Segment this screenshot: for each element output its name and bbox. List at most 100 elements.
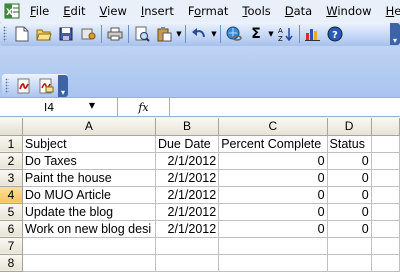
menu-help[interactable]: Help — [386, 4, 400, 18]
cell-b1[interactable]: Due Date — [155, 135, 220, 153]
cell-a1[interactable]: Subject — [22, 135, 156, 153]
autosum-icon[interactable]: Σ — [245, 23, 267, 45]
undo-icon[interactable] — [188, 23, 210, 45]
name-box-dropdown-icon[interactable]: ▼ — [89, 101, 95, 110]
formula-bar: I4 ▼ fx — [0, 97, 400, 117]
pdf-email-icon[interactable] — [35, 75, 57, 97]
table-row: 6 Work on new blog desi 2/1/2012 0 0 — [0, 220, 400, 238]
pdf-convert-icon[interactable] — [13, 75, 35, 97]
menu-window[interactable]: Window — [326, 4, 371, 18]
cell-a4[interactable]: Do MUO Article — [22, 186, 156, 204]
cell-b4[interactable]: 2/1/2012 — [155, 186, 220, 204]
cell-b8[interactable] — [155, 254, 220, 272]
row-header-1[interactable]: 1 — [0, 135, 23, 153]
undo-dropdown-icon[interactable]: ▼ — [210, 30, 218, 38]
toolbar-grip[interactable] — [5, 78, 9, 94]
menu-insert[interactable]: Insert — [141, 4, 174, 18]
insert-function-button[interactable]: fx — [118, 98, 170, 116]
row-header-6[interactable]: 6 — [0, 220, 23, 238]
research-icon[interactable] — [131, 23, 153, 45]
toolbar-grip[interactable] — [3, 26, 7, 42]
save-icon[interactable] — [55, 23, 77, 45]
cell-c7[interactable] — [218, 237, 328, 255]
permission-icon[interactable] — [77, 23, 99, 45]
cell-a3[interactable]: Paint the house — [22, 169, 156, 187]
name-box[interactable]: I4 ▼ — [0, 98, 118, 116]
cell-e4[interactable] — [371, 186, 400, 204]
cell-e3[interactable] — [371, 169, 400, 187]
cell-d1[interactable]: Status — [327, 135, 372, 153]
row-header-3[interactable]: 3 — [0, 169, 23, 187]
menu-tools[interactable]: Tools — [242, 4, 270, 18]
standard-toolbar: ▼ ▼ Σ ▼ AZ ? ▾ — [0, 22, 400, 46]
chart-wizard-icon[interactable] — [302, 23, 324, 45]
open-icon[interactable] — [33, 23, 55, 45]
cell-a5[interactable]: Update the blog — [22, 203, 156, 221]
cell-e2[interactable] — [371, 152, 400, 170]
cell-a8[interactable] — [22, 254, 156, 272]
cell-d2[interactable]: 0 — [327, 152, 372, 170]
cell-d5[interactable]: 0 — [327, 203, 372, 221]
toolbar-separator — [220, 25, 221, 43]
cell-e8[interactable] — [371, 254, 400, 272]
row-header-4[interactable]: 4 — [0, 186, 23, 204]
table-row: 5 Update the blog 2/1/2012 0 0 — [0, 203, 400, 221]
toolbar-options-icon[interactable]: ▾ — [58, 75, 68, 97]
cell-e1[interactable] — [371, 135, 400, 153]
paste-icon[interactable] — [153, 23, 175, 45]
cell-d3[interactable]: 0 — [327, 169, 372, 187]
cell-c4[interactable]: 0 — [218, 186, 328, 204]
cell-a2[interactable]: Do Taxes — [22, 152, 156, 170]
column-header-c[interactable]: C — [218, 118, 328, 136]
hyperlink-icon[interactable] — [223, 23, 245, 45]
cell-b7[interactable] — [155, 237, 220, 255]
cell-c5[interactable]: 0 — [218, 203, 328, 221]
cell-b3[interactable]: 2/1/2012 — [155, 169, 220, 187]
cell-e6[interactable] — [371, 220, 400, 238]
cell-b5[interactable]: 2/1/2012 — [155, 203, 220, 221]
cell-d7[interactable] — [327, 237, 372, 255]
paste-dropdown-icon[interactable]: ▼ — [175, 30, 183, 38]
menu-file[interactable]: File — [30, 4, 49, 18]
row-header-8[interactable]: 8 — [0, 254, 23, 272]
row-header-5[interactable]: 5 — [0, 203, 23, 221]
excel-app-icon[interactable]: X — [4, 3, 20, 19]
column-header-b[interactable]: B — [155, 118, 220, 136]
row-header-7[interactable]: 7 — [0, 237, 23, 255]
menu-view[interactable]: View — [100, 4, 127, 18]
row-header-2[interactable]: 2 — [0, 152, 23, 170]
cell-a7[interactable] — [22, 237, 156, 255]
cell-e7[interactable] — [371, 237, 400, 255]
cell-c1[interactable]: Percent Complete — [218, 135, 328, 153]
column-header-a[interactable]: A — [22, 118, 156, 136]
table-row: 1 Subject Due Date Percent Complete Stat… — [0, 135, 400, 153]
cell-b2[interactable]: 2/1/2012 — [155, 152, 220, 170]
toolbar-options-icon[interactable]: ▾ — [390, 23, 400, 45]
cell-table: A B C D 1 Subject Due Date Percent Compl… — [0, 118, 400, 272]
svg-text:?: ? — [332, 30, 338, 41]
cell-d8[interactable] — [327, 254, 372, 272]
menu-edit[interactable]: Edit — [63, 4, 85, 18]
print-icon[interactable] — [104, 23, 126, 45]
cell-b6[interactable]: 2/1/2012 — [155, 220, 220, 238]
autosum-dropdown-icon[interactable]: ▼ — [267, 30, 275, 38]
menu-format[interactable]: Format — [188, 4, 229, 18]
column-header-e[interactable] — [371, 118, 400, 136]
table-row: 8 — [0, 254, 400, 272]
menu-data[interactable]: Data — [285, 4, 312, 18]
toolbar-dock: ▼ ▼ Σ ▼ AZ ? ▾ ▾ — [0, 22, 400, 98]
cell-c6[interactable]: 0 — [218, 220, 328, 238]
cell-c3[interactable]: 0 — [218, 169, 328, 187]
cell-d6[interactable]: 0 — [327, 220, 372, 238]
toolbar-separator — [128, 25, 129, 43]
cell-c8[interactable] — [218, 254, 328, 272]
new-icon[interactable] — [11, 23, 33, 45]
sort-ascending-icon[interactable]: AZ — [275, 23, 297, 45]
help-icon[interactable]: ? — [324, 23, 346, 45]
select-all-corner[interactable] — [0, 118, 23, 136]
column-header-d[interactable]: D — [327, 118, 372, 136]
cell-d4[interactable]: 0 — [327, 186, 372, 204]
cell-e5[interactable] — [371, 203, 400, 221]
cell-c2[interactable]: 0 — [218, 152, 328, 170]
cell-a6[interactable]: Work on new blog desi — [22, 220, 156, 238]
